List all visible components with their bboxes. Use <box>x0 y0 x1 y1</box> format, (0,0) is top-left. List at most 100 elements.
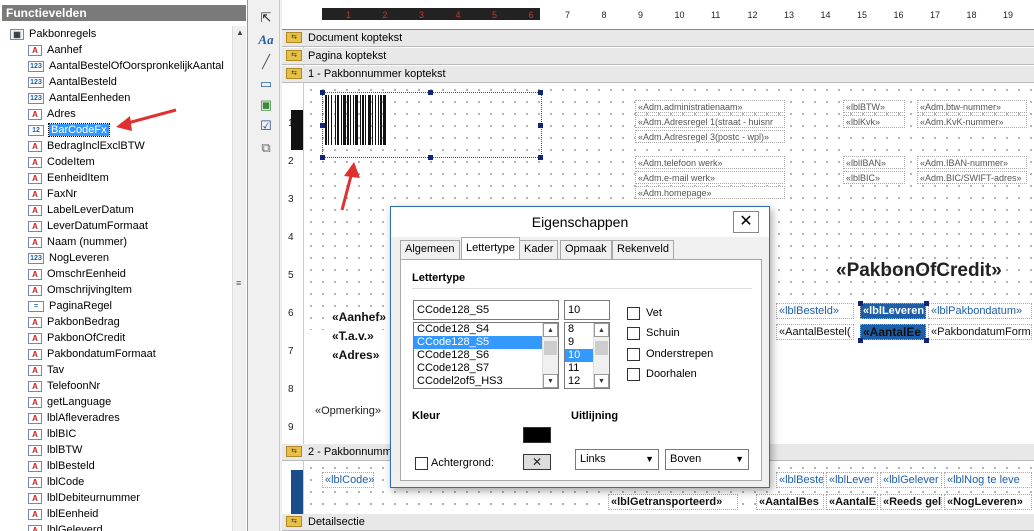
tree-item[interactable]: 123 NogLeveren <box>28 250 109 266</box>
selection-handle[interactable] <box>320 155 325 160</box>
lbl-besteld-field[interactable]: «lblBesteld» <box>776 303 854 319</box>
adm-name-field[interactable]: «Adm.administratienaam» <box>635 100 785 113</box>
lbl-lever-col[interactable]: «lblLever <box>826 472 878 488</box>
tab-algemeen[interactable]: Algemeen <box>400 240 460 259</box>
strikethrough-checkbox[interactable] <box>627 368 640 381</box>
selection-handle[interactable] <box>924 301 929 306</box>
adm-address3-field[interactable]: «Adm.Adresregel 3(postc - wpl)» <box>635 130 785 143</box>
tree-item[interactable]: 123 AantalBestelOfOorspronkelijkAantal <box>28 58 224 74</box>
lbl-getransporteerd-field[interactable]: «lblGetransporteerd» <box>608 494 738 510</box>
aantal-bes-field[interactable]: «AantalBes <box>756 494 824 510</box>
list-option[interactable]: CCodel2of5_HS3 <box>414 375 558 388</box>
line-icon[interactable]: ╱ <box>257 53 275 71</box>
tree-item[interactable]: A OmschrEenheid <box>28 266 126 282</box>
tree-item[interactable]: A PakbonOfCredit <box>28 330 125 346</box>
tree-item[interactable]: A Naam (nummer) <box>28 234 127 250</box>
selection-handle[interactable] <box>538 155 543 160</box>
subreport-icon[interactable]: ⧉ <box>257 139 275 157</box>
selection-handle[interactable] <box>538 90 543 95</box>
lbl-pakbondatum-field[interactable]: «lblPakbondatum» <box>928 303 1032 319</box>
tree-item[interactable]: A OmschrijvingItem <box>28 282 132 298</box>
adm-address1-field[interactable]: «Adm.Adresregel 1(straat - huisnr <box>635 115 785 128</box>
tab-kader[interactable]: Kader <box>519 240 559 259</box>
lbl-bic-field[interactable]: «lblBIC» <box>843 171 905 184</box>
underline-checkbox[interactable] <box>627 348 640 361</box>
band-document-header[interactable]: ⇆ Document koptekst <box>282 30 1034 47</box>
adm-bic-field[interactable]: «Adm.BIC/SWIFT-adres» <box>917 171 1027 184</box>
font-name-input[interactable]: CCode128_S5 <box>413 300 559 320</box>
text-icon[interactable]: Aa <box>257 31 275 49</box>
scroll-thumb[interactable] <box>544 341 557 355</box>
lbl-leveren-field[interactable]: «lblLeveren <box>860 303 926 319</box>
align-horizontal-select[interactable]: Links ▼ <box>575 449 659 470</box>
adm-iban-field[interactable]: «Adm.IBAN-nummer» <box>917 156 1027 169</box>
list-option[interactable]: CCode128_S7 <box>414 362 558 375</box>
size-list-scrollbar[interactable]: ▲ ▼ <box>593 323 609 388</box>
tree-item[interactable]: AlblBTW <box>28 442 82 458</box>
nog-leveren-field[interactable]: «NogLeveren» <box>944 494 1032 510</box>
tree-item[interactable]: AlblBesteld <box>28 458 95 474</box>
aanhef-field[interactable]: «Aanhef» <box>330 308 389 326</box>
selection-handle[interactable] <box>858 301 863 306</box>
tree-item[interactable]: A LabelLeverDatum <box>28 202 134 218</box>
align-vertical-select[interactable]: Boven ▼ <box>665 449 749 470</box>
pakbon-of-credit-title[interactable]: «PakbonOfCredit» <box>836 260 1002 282</box>
foreground-color-swatch[interactable] <box>523 427 551 443</box>
tree-item[interactable]: AgetLanguage <box>28 394 111 410</box>
scroll-up-icon[interactable]: ▲ <box>594 323 609 337</box>
adres-field[interactable]: «Adres» <box>330 346 382 364</box>
selection-handle[interactable] <box>858 338 863 343</box>
rectangle-icon[interactable]: ▭ <box>257 75 275 93</box>
tab-rekenveld[interactable]: Rekenveld <box>612 240 674 259</box>
scroll-grip-icon[interactable]: ≡ <box>236 278 244 288</box>
list-option[interactable]: CCode128_S6 <box>414 349 558 362</box>
band-page-header[interactable]: ⇆ Pagina koptekst <box>282 48 1034 65</box>
tree-item[interactable]: A PakbondatumFormaat <box>28 346 156 362</box>
tree-item[interactable]: AlblBIC <box>28 426 76 442</box>
tree-item[interactable]: A EenheidItem <box>28 170 109 186</box>
selection-handle[interactable] <box>320 123 325 128</box>
selection-handle[interactable] <box>538 123 543 128</box>
aantal-besteld-field[interactable]: «AantalBestel( <box>776 324 854 340</box>
font-list-scrollbar[interactable]: ▲ ▼ <box>542 323 558 388</box>
tree-item[interactable]: AlblAfleveradres <box>28 410 120 426</box>
checkbox-icon[interactable]: ☑ <box>257 117 275 135</box>
list-option[interactable]: CCode128_S5 <box>414 336 558 349</box>
adm-email-field[interactable]: «Adm.e-mail werk» <box>635 171 785 184</box>
font-size-input[interactable]: 10 <box>564 300 610 320</box>
tree-item[interactable]: A Tav <box>28 362 64 378</box>
tree-item[interactable]: A Aanhef <box>28 42 82 58</box>
image-icon[interactable]: ▣ <box>257 96 275 114</box>
adm-homepage-field[interactable]: «Adm.homepage» <box>635 186 785 199</box>
tree-item[interactable]: A LeverDatumFormaat <box>28 218 148 234</box>
aantal-e-field[interactable]: «AantalE <box>826 494 878 510</box>
selection-handle[interactable] <box>320 90 325 95</box>
pointer-icon[interactable]: ⇱ <box>257 9 275 27</box>
tree-item[interactable]: AlblGeleverd <box>28 522 103 531</box>
bold-checkbox[interactable] <box>627 307 640 320</box>
tree-item[interactable]: A BedragInclExclBTW <box>28 138 145 154</box>
close-button[interactable]: ✕ <box>733 211 759 233</box>
list-option[interactable]: CCode128_S4 <box>414 323 558 336</box>
background-color-swatch[interactable]: ✕ <box>523 454 551 470</box>
scroll-up-icon[interactable]: ▲ <box>235 28 245 38</box>
scroll-thumb[interactable] <box>595 341 608 355</box>
tree-item[interactable]: AlblEenheid <box>28 506 98 522</box>
band-detail[interactable]: ⇆ Detailsectie <box>282 514 1034 531</box>
tree-item[interactable]: 12 BarCodeFx <box>28 122 110 138</box>
lbl-iban-field[interactable]: «lblIBAN» <box>843 156 905 169</box>
tree-item[interactable]: A FaxNr <box>28 186 77 202</box>
scroll-down-icon[interactable]: ▼ <box>594 374 609 388</box>
tree-item[interactable]: A Adres <box>28 106 76 122</box>
selection-handle[interactable] <box>428 155 433 160</box>
tree-item[interactable]: A PakbonBedrag <box>28 314 120 330</box>
reeds-geleverd-field[interactable]: «Reeds gel <box>880 494 942 510</box>
tree-item[interactable]: 123 AantalBesteld <box>28 74 117 90</box>
size-list[interactable]: 8 9 10 11 12 ▲ ▼ <box>564 322 610 389</box>
selection-handle[interactable] <box>428 90 433 95</box>
tav-field[interactable]: «T.a.v.» <box>330 327 376 345</box>
italic-checkbox[interactable] <box>627 327 640 340</box>
opmerking-field[interactable]: «Opmerking» <box>313 404 384 419</box>
band-group-header[interactable]: ⇆ 1 - Pakbonnummer koptekst <box>282 66 1034 83</box>
tree-item[interactable]: = PaginaRegel <box>28 298 112 314</box>
